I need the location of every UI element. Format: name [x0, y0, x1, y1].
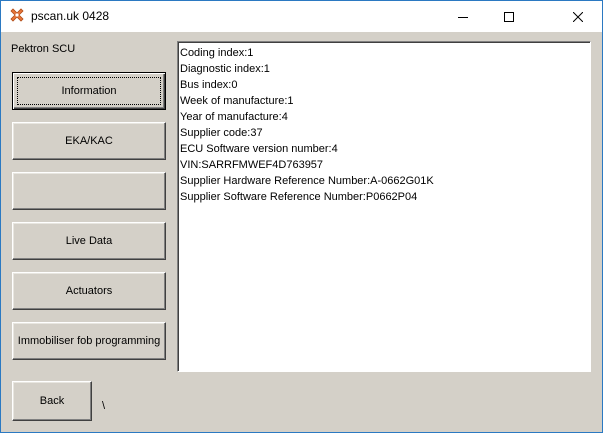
- live-data-button[interactable]: Live Data: [12, 222, 166, 260]
- app-icon: [9, 8, 25, 24]
- immobiliser-button-label: Immobiliser fob programming: [17, 335, 161, 347]
- title-bar[interactable]: pscan.uk 0428: [1, 1, 602, 32]
- info-line: VIN:SARRFMWEF4D763957: [180, 159, 324, 171]
- info-line: Bus index:0: [180, 79, 238, 91]
- info-line: Year of manufacture:4: [180, 111, 288, 123]
- info-line: ECU Software version number:4: [180, 143, 338, 155]
- info-line: Week of manufacture:1: [180, 95, 294, 107]
- info-line: Diagnostic index:1: [180, 63, 270, 75]
- info-line: Supplier code:37: [180, 127, 263, 139]
- live-data-button-label: Live Data: [65, 235, 113, 247]
- actuators-button-label: Actuators: [65, 285, 113, 297]
- client-area: Pektron SCU Information EKA/KAC Live Dat…: [1, 32, 602, 432]
- actuators-button[interactable]: Actuators: [12, 272, 166, 310]
- maximize-button[interactable]: [486, 1, 532, 32]
- maximize-icon: [504, 11, 514, 22]
- information-button[interactable]: Information: [12, 72, 166, 110]
- minimize-button[interactable]: [440, 1, 486, 32]
- info-line: Supplier Software Reference Number:P0662…: [180, 191, 418, 203]
- close-button[interactable]: [555, 1, 601, 32]
- app-window: pscan.uk 0428 Pektron SCU Information EK…: [0, 0, 603, 433]
- immobiliser-fob-programming-button[interactable]: Immobiliser fob programming: [12, 322, 166, 360]
- ecu-information-textbox[interactable]: Coding index:1 Diagnostic index:1 Bus in…: [177, 41, 591, 372]
- back-button[interactable]: Back: [12, 381, 92, 421]
- minimize-icon: [458, 16, 468, 18]
- eka-kac-button-label: EKA/KAC: [65, 135, 113, 147]
- back-button-label: Back: [39, 395, 65, 407]
- eka-kac-button[interactable]: EKA/KAC: [12, 122, 166, 160]
- module-label: Pektron SCU: [11, 43, 76, 55]
- blank-button[interactable]: [12, 172, 166, 210]
- status-indicator: \: [102, 400, 106, 412]
- window-title: pscan.uk 0428: [31, 9, 110, 23]
- information-button-label: Information: [61, 85, 117, 97]
- info-line: Coding index:1: [180, 47, 254, 59]
- info-line: Supplier Hardware Reference Number:A-066…: [180, 175, 434, 187]
- close-icon: [573, 11, 583, 22]
